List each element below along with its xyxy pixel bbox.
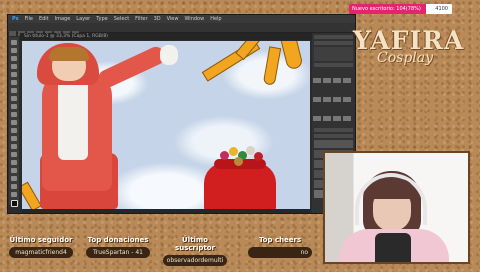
streamer-bangs <box>369 179 415 199</box>
star-ray-decoration <box>262 46 282 86</box>
photoshop-status-bar <box>22 209 310 213</box>
streamer-shirt <box>375 233 411 262</box>
star-ray-decoration <box>280 41 304 71</box>
photoshop-window[interactable]: Ps File Edit Image Layer Type Select Filter 3D Vi… <box>7 14 356 214</box>
type-tool-icon[interactable] <box>11 160 17 165</box>
last-subscriber-widget: Último suscriptor observadordemulti <box>163 236 227 266</box>
menu-item-image[interactable]: Image <box>55 16 71 22</box>
menu-item-ps[interactable]: Ps <box>12 16 19 22</box>
hand-tool-icon[interactable] <box>11 184 17 189</box>
healing-tool-icon[interactable] <box>11 88 17 93</box>
follower-goal-target: 4100 <box>435 6 448 12</box>
follower-goal-bar: Nuevo escritorio: 104(78%) 4100 <box>349 4 452 14</box>
menu-item-help[interactable]: Help <box>210 16 221 22</box>
zoom-tool-icon[interactable] <box>11 192 17 197</box>
pen-tool-icon[interactable] <box>11 152 17 157</box>
move-tool-icon[interactable] <box>11 40 17 45</box>
top-cheers-widget: Top cheers no <box>248 236 312 262</box>
photoshop-menubar: Ps File Edit Image Layer Type Select Filter 3D Vi… <box>8 15 355 23</box>
menu-item-window[interactable]: Window <box>184 16 204 22</box>
wand-tool-icon[interactable] <box>11 64 17 69</box>
last-follower-title: Último seguidor <box>9 236 73 244</box>
ornament-ball <box>254 152 263 161</box>
dodge-tool-icon[interactable] <box>11 144 17 149</box>
marquee-tool-icon[interactable] <box>11 48 17 53</box>
document-tab[interactable]: Sin título-1 @ 33,3% (Capa 1, RGB/8) <box>20 33 312 40</box>
cosplayer-arm <box>96 44 168 91</box>
logo-sub-text: Cosplay <box>377 50 434 66</box>
history-brush-icon[interactable] <box>11 112 17 117</box>
eraser-tool-icon[interactable] <box>11 120 17 125</box>
menu-item-type[interactable]: Type <box>96 16 107 22</box>
top-donations-widget: Top donaciones TrueSpartan - 41 <box>86 236 150 262</box>
menu-item-3d[interactable]: 3D <box>154 16 161 22</box>
star-ray-decoration <box>22 181 42 209</box>
last-follower-value: magmaticfriend4 <box>9 247 73 258</box>
ornament-ball <box>234 157 243 166</box>
last-subscriber-value: observadordemulti <box>163 255 227 266</box>
last-subscriber-title: Último suscriptor <box>175 236 215 252</box>
top-donations-title: Top donaciones <box>87 236 149 244</box>
menu-item-select[interactable]: Select <box>114 16 129 22</box>
cosplayer-glove <box>160 45 178 65</box>
stamp-tool-icon[interactable] <box>11 104 17 109</box>
top-cheers-title: Top cheers <box>258 236 302 244</box>
photoshop-canvas[interactable] <box>22 41 310 209</box>
path-tool-icon[interactable] <box>11 168 17 173</box>
cosplayer-hair <box>49 47 89 61</box>
blur-tool-icon[interactable] <box>11 136 17 141</box>
top-cheers-value: no <box>248 247 312 258</box>
brush-tool-icon[interactable] <box>11 96 17 101</box>
eyedropper-tool-icon[interactable] <box>11 80 17 85</box>
last-follower-widget: Último seguidor magmaticfriend4 <box>9 236 73 262</box>
shape-tool-icon[interactable] <box>11 176 17 181</box>
photoshop-options-bar <box>8 23 355 36</box>
menu-item-view[interactable]: View <box>167 16 179 22</box>
tools-panel[interactable] <box>9 37 19 207</box>
lasso-tool-icon[interactable] <box>11 56 17 61</box>
menu-item-layer[interactable]: Layer <box>76 16 90 22</box>
cosplayer-fur-trim <box>58 75 88 160</box>
channel-logo: YAFIRA Cosplay <box>353 26 463 76</box>
gift-sack <box>204 163 276 209</box>
gradient-tool-icon[interactable] <box>11 128 17 133</box>
menu-item-edit[interactable]: Edit <box>39 16 49 22</box>
webcam-feed <box>323 151 470 264</box>
top-donations-value: TrueSpartan - 41 <box>86 247 150 258</box>
ornament-ball <box>229 147 238 156</box>
menu-item-filter[interactable]: Filter <box>135 16 147 22</box>
ornament-ball <box>220 151 229 160</box>
color-swatch-icon[interactable] <box>10 200 18 207</box>
crop-tool-icon[interactable] <box>11 72 17 77</box>
menu-item-file[interactable]: File <box>25 16 33 22</box>
follower-goal-label: Nuevo escritorio: 104(78%) <box>352 6 421 12</box>
